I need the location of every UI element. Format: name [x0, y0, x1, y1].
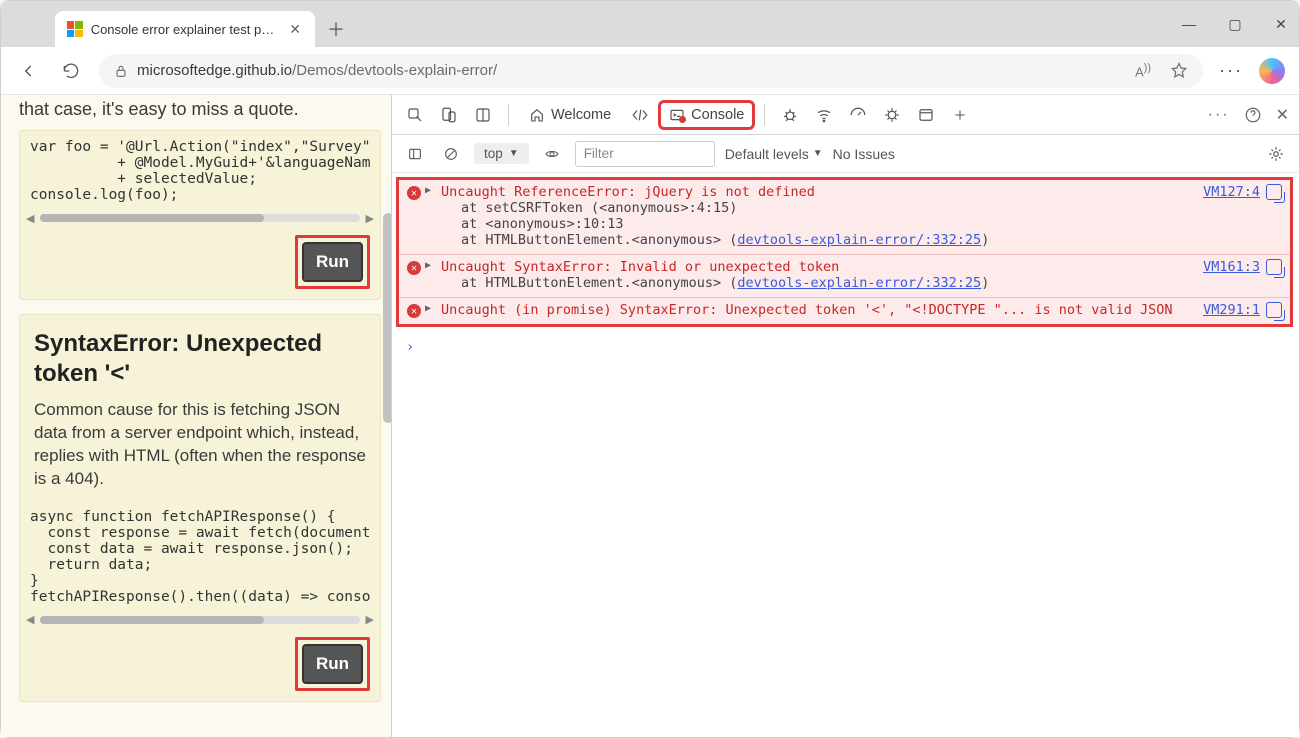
copilot-icon[interactable]: [1259, 58, 1285, 84]
close-devtools-icon[interactable]: ✕: [1276, 105, 1289, 125]
stack-line: at setCSRFToken (<anonymous>:4:15): [427, 200, 1282, 216]
add-tab-icon[interactable]: [947, 102, 973, 128]
application-icon[interactable]: [913, 102, 939, 128]
code-sample: async function fetchAPIResponse() { cons…: [20, 501, 380, 613]
console-prompt[interactable]: ›: [392, 333, 1299, 361]
horizontal-scrollbar[interactable]: ◀▶: [20, 211, 380, 225]
url-field[interactable]: microsoftedge.github.io/Demos/devtools-e…: [99, 54, 1203, 88]
minimize-icon[interactable]: —: [1179, 16, 1199, 32]
run-button[interactable]: Run: [302, 644, 363, 684]
favicon-microsoft: [67, 21, 83, 37]
window-titlebar: Console error explainer test page ✕ ＋ — …: [1, 1, 1299, 47]
tab-console[interactable]: Console: [661, 103, 752, 127]
stack-line: at HTMLButtonElement.<anonymous> (devtoo…: [427, 232, 1282, 248]
back-button[interactable]: [15, 57, 43, 85]
dock-icon[interactable]: [470, 102, 496, 128]
highlight-box: Run: [295, 637, 370, 691]
run-button[interactable]: Run: [302, 242, 363, 282]
page-content: that case, it's easy to miss a quote. va…: [1, 95, 391, 737]
maximize-icon[interactable]: ▢: [1225, 16, 1245, 33]
example-card-1: var foo = '@Url.Action("index","Survey" …: [19, 130, 381, 300]
more-menu[interactable]: ···: [1217, 57, 1245, 85]
error-badge-icon: ✕: [407, 261, 421, 275]
elements-icon[interactable]: [627, 102, 653, 128]
expand-icon[interactable]: ▶: [425, 303, 431, 314]
source-link[interactable]: devtools-explain-error/:332:25: [737, 275, 981, 291]
highlight-box: Run: [295, 235, 370, 289]
source-link[interactable]: devtools-explain-error/:332:25: [737, 232, 981, 248]
console-error[interactable]: ✕ ▶Uncaught ReferenceError: jQuery is not…: [399, 180, 1290, 255]
code-sample: var foo = '@Url.Action("index","Survey" …: [20, 131, 380, 211]
vm-source-link[interactable]: VM291:1: [1203, 302, 1260, 318]
console-error[interactable]: ✕ ▶Uncaught SyntaxError: Invalid or unexp…: [399, 255, 1290, 298]
favorite-icon[interactable]: [1169, 61, 1189, 81]
vm-source-link[interactable]: VM127:4: [1203, 184, 1260, 200]
devtools-panel: Welcome Console ··· ✕ top▼: [391, 95, 1299, 737]
vertical-scrollbar[interactable]: [379, 95, 391, 737]
filter-input[interactable]: Filter: [575, 141, 715, 167]
refresh-button[interactable]: [57, 57, 85, 85]
example-card-2: SyntaxError: Unexpected token '<' Common…: [19, 314, 381, 702]
console-error[interactable]: ✕ ▶Uncaught (in promise) SyntaxError: Une…: [399, 298, 1290, 324]
error-badge-icon: ✕: [407, 304, 421, 318]
performance-icon[interactable]: [845, 102, 871, 128]
expand-icon[interactable]: ▶: [425, 260, 431, 271]
clear-icon[interactable]: [438, 141, 464, 167]
console-filter-bar: top▼ Filter Default levels▼ No Issues: [392, 135, 1299, 173]
error-message: Uncaught SyntaxError: Invalid or unexpec…: [427, 259, 1282, 275]
close-icon[interactable]: ✕: [287, 21, 303, 38]
lock-icon: [113, 63, 129, 79]
error-message: Uncaught (in promise) SyntaxError: Unexp…: [427, 302, 1282, 318]
help-icon[interactable]: [1244, 106, 1262, 124]
copy-icon[interactable]: [1266, 184, 1282, 200]
bug-icon[interactable]: [777, 102, 803, 128]
new-tab-button[interactable]: ＋: [321, 14, 351, 44]
context-selector[interactable]: top▼: [474, 143, 529, 164]
more-icon[interactable]: ···: [1208, 106, 1230, 124]
devtools-toolbar: Welcome Console ··· ✕: [392, 95, 1299, 135]
home-icon: [529, 107, 545, 123]
card-title: SyntaxError: Unexpected token '<': [20, 315, 380, 395]
memory-icon[interactable]: [879, 102, 905, 128]
error-badge-icon: ✕: [407, 186, 421, 200]
tab-title: Console error explainer test page: [91, 22, 280, 37]
network-icon[interactable]: [811, 102, 837, 128]
tab-welcome[interactable]: Welcome: [521, 103, 619, 127]
read-aloud-icon[interactable]: A)): [1135, 62, 1151, 79]
expand-icon[interactable]: ▶: [425, 185, 431, 196]
card-description: Common cause for this is fetching JSON d…: [20, 395, 380, 501]
console-output: ✕▶Uncaught ReferenceError: jQuery is not…: [392, 173, 1299, 737]
sidebar-toggle-icon[interactable]: [402, 141, 428, 167]
gear-icon[interactable]: [1263, 141, 1289, 167]
issues-count[interactable]: No Issues: [833, 146, 895, 162]
window-close-icon[interactable]: ✕: [1271, 16, 1291, 33]
inspect-icon[interactable]: [402, 102, 428, 128]
stack-line: at HTMLButtonElement.<anonymous> (devtoo…: [427, 275, 1282, 291]
error-message: Uncaught ReferenceError: jQuery is not d…: [427, 184, 1282, 200]
paragraph-fragment: that case, it's easy to miss a quote.: [19, 99, 381, 120]
log-levels[interactable]: Default levels▼: [725, 146, 823, 162]
copy-icon[interactable]: [1266, 259, 1282, 275]
error-highlight-group: ✕▶Uncaught ReferenceError: jQuery is not…: [396, 177, 1293, 327]
vm-source-link[interactable]: VM161:3: [1203, 259, 1260, 275]
horizontal-scrollbar[interactable]: ◀▶: [20, 613, 380, 627]
device-icon[interactable]: [436, 102, 462, 128]
stack-line: at <anonymous>:10:13: [427, 216, 1282, 232]
address-bar: microsoftedge.github.io/Demos/devtools-e…: [1, 47, 1299, 95]
browser-tab[interactable]: Console error explainer test page ✕: [55, 11, 315, 47]
copy-icon[interactable]: [1266, 302, 1282, 318]
live-expression-icon[interactable]: [539, 141, 565, 167]
